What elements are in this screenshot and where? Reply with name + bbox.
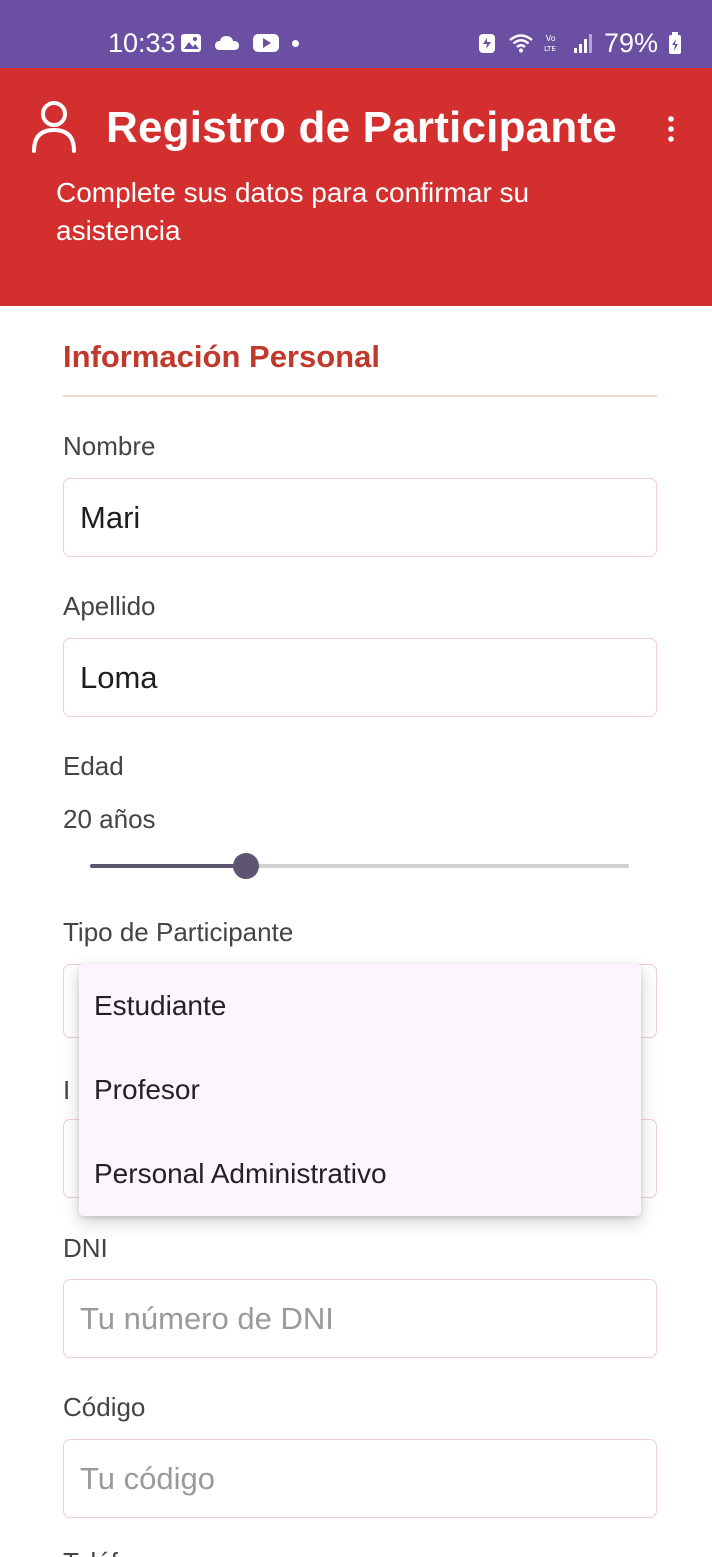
edad-slider-fill — [90, 864, 246, 868]
edad-slider-thumb[interactable] — [233, 853, 259, 879]
apellido-value: Loma — [80, 659, 158, 695]
telefono-label: Teléfono — [63, 1546, 161, 1557]
codigo-placeholder: Tu código — [80, 1460, 215, 1496]
more-vert-icon[interactable] — [660, 114, 682, 144]
section-title: Información Personal — [63, 339, 380, 374]
nombre-value: Mari — [80, 499, 141, 535]
svg-text:Vo: Vo — [546, 33, 556, 43]
edad-slider[interactable] — [90, 853, 629, 879]
gallery-icon — [181, 34, 201, 52]
battery-percentage: 79% — [603, 28, 658, 58]
person-icon — [32, 101, 76, 153]
edad-label: Edad — [63, 751, 124, 781]
battery-saver-icon — [478, 34, 495, 53]
dni-field[interactable]: Tu número de DNI — [63, 1279, 657, 1358]
svg-text:LTE: LTE — [544, 44, 556, 53]
app-subtitle: Complete sus datos para confirmar su asi… — [56, 177, 530, 246]
app-header: Registro de Participante Complete sus da… — [0, 68, 712, 306]
youtube-icon — [253, 34, 279, 52]
apellido-field[interactable]: Loma — [63, 638, 657, 717]
dropdown-option-personal-administrativo[interactable]: Personal Administrativo — [79, 1132, 641, 1216]
section-divider — [63, 395, 657, 397]
dropdown-option-estudiante[interactable]: Estudiante — [79, 964, 641, 1048]
apellido-label: Apellido — [63, 591, 156, 621]
status-notification-icons — [180, 32, 299, 54]
dropdown-option-profesor[interactable]: Profesor — [79, 1048, 641, 1132]
codigo-field[interactable]: Tu código — [63, 1439, 657, 1518]
dot-icon — [292, 39, 299, 47]
status-time: 10:33 — [108, 28, 176, 58]
cloud-icon — [215, 36, 239, 50]
volte-icon: VoLTE — [544, 33, 556, 53]
edad-value: 20 años — [63, 804, 156, 834]
dni-placeholder: Tu número de DNI — [80, 1300, 334, 1336]
battery-icon — [669, 32, 681, 54]
institucion-label: I — [63, 1075, 71, 1105]
wifi-icon — [509, 34, 533, 53]
nombre-field[interactable]: Mari — [63, 478, 657, 557]
codigo-label: Código — [63, 1392, 146, 1422]
dni-label: DNI — [63, 1233, 108, 1263]
status-bar: 10:33 Vo LTE 79% — [0, 0, 712, 68]
status-system-icons: Vo LTE 79% — [476, 28, 682, 58]
nombre-label: Nombre — [63, 431, 156, 461]
signal-icon — [573, 34, 592, 53]
tipo-dropdown-menu: Estudiante Profesor Personal Administrat… — [79, 964, 641, 1216]
tipo-label: Tipo de Participante — [63, 917, 294, 947]
app-title: Registro de Participante — [106, 103, 617, 152]
